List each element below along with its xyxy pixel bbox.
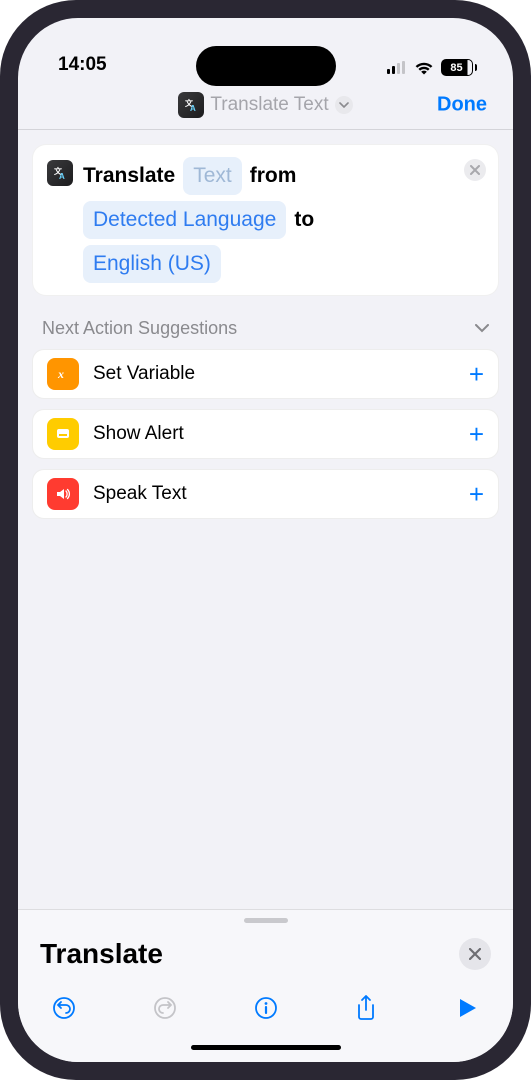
suggestion-label: Speak Text xyxy=(93,483,455,505)
translate-action-card[interactable]: 文A Translate Text from Detected Language… xyxy=(32,144,499,296)
translate-app-icon: 文A xyxy=(47,160,73,186)
add-suggestion-button[interactable]: + xyxy=(469,359,484,390)
done-button[interactable]: Done xyxy=(437,93,487,116)
alert-icon xyxy=(47,418,79,450)
wifi-icon xyxy=(414,61,434,75)
chevron-down-icon xyxy=(475,324,489,333)
info-button[interactable] xyxy=(250,992,282,1024)
action-from-word: from xyxy=(250,159,297,193)
delete-action-button[interactable] xyxy=(464,159,486,181)
svg-text:A: A xyxy=(59,172,65,181)
device-frame: 14:05 xyxy=(0,0,531,1080)
action-input-param[interactable]: Text xyxy=(183,157,242,195)
suggestion-label: Show Alert xyxy=(93,423,455,445)
home-indicator[interactable] xyxy=(191,1045,341,1050)
action-from-lang-param[interactable]: Detected Language xyxy=(83,201,286,239)
chevron-down-icon xyxy=(335,96,353,114)
suggestion-speak-text[interactable]: Speak Text + xyxy=(32,469,499,519)
run-button[interactable] xyxy=(451,992,483,1024)
panel-title: Translate xyxy=(40,938,163,970)
nav-bar: 文A Translate Text Done xyxy=(18,80,513,130)
undo-button[interactable] xyxy=(48,992,80,1024)
content: 文A Translate Text from Detected Language… xyxy=(18,130,513,909)
svg-text:A: A xyxy=(190,104,196,113)
nav-title-button[interactable]: 文A Translate Text xyxy=(178,92,352,118)
suggestion-show-alert[interactable]: Show Alert + xyxy=(32,409,499,459)
silent-switch xyxy=(0,200,2,234)
nav-title-label: Translate Text xyxy=(210,94,328,116)
screen: 14:05 xyxy=(18,18,513,1062)
toolbar xyxy=(18,982,513,1032)
suggestions-header-row[interactable]: Next Action Suggestions xyxy=(32,296,499,349)
battery-icon: 85 xyxy=(441,59,478,76)
volume-down-button xyxy=(0,342,2,406)
action-to-lang-param[interactable]: English (US) xyxy=(83,245,221,283)
panel-grabber[interactable] xyxy=(244,918,288,923)
action-to-word: to xyxy=(294,203,314,237)
add-suggestion-button[interactable]: + xyxy=(469,479,484,510)
status-right: 85 xyxy=(387,59,478,76)
panel-close-button[interactable] xyxy=(459,938,491,970)
redo-button xyxy=(149,992,181,1024)
variable-icon: x xyxy=(47,358,79,390)
volume-up-button xyxy=(0,262,2,326)
suggestions-header: Next Action Suggestions xyxy=(42,318,237,339)
dynamic-island xyxy=(196,46,336,86)
translate-app-icon: 文A xyxy=(178,92,204,118)
panel-header: Translate xyxy=(18,920,513,982)
speaker-icon xyxy=(47,478,79,510)
action-text: Translate Text from Detected Language to… xyxy=(83,157,484,283)
svg-text:x: x xyxy=(57,367,64,381)
share-button[interactable] xyxy=(350,992,382,1024)
suggestions-list: x Set Variable + Show Alert + S xyxy=(32,349,499,519)
suggestion-label: Set Variable xyxy=(93,363,455,385)
suggestion-set-variable[interactable]: x Set Variable + xyxy=(32,349,499,399)
bottom-panel: Translate xyxy=(18,909,513,1062)
status-time: 14:05 xyxy=(58,54,107,76)
action-verb: Translate xyxy=(83,159,175,193)
add-suggestion-button[interactable]: + xyxy=(469,419,484,450)
home-indicator-area xyxy=(18,1032,513,1062)
cellular-icon xyxy=(387,61,407,74)
